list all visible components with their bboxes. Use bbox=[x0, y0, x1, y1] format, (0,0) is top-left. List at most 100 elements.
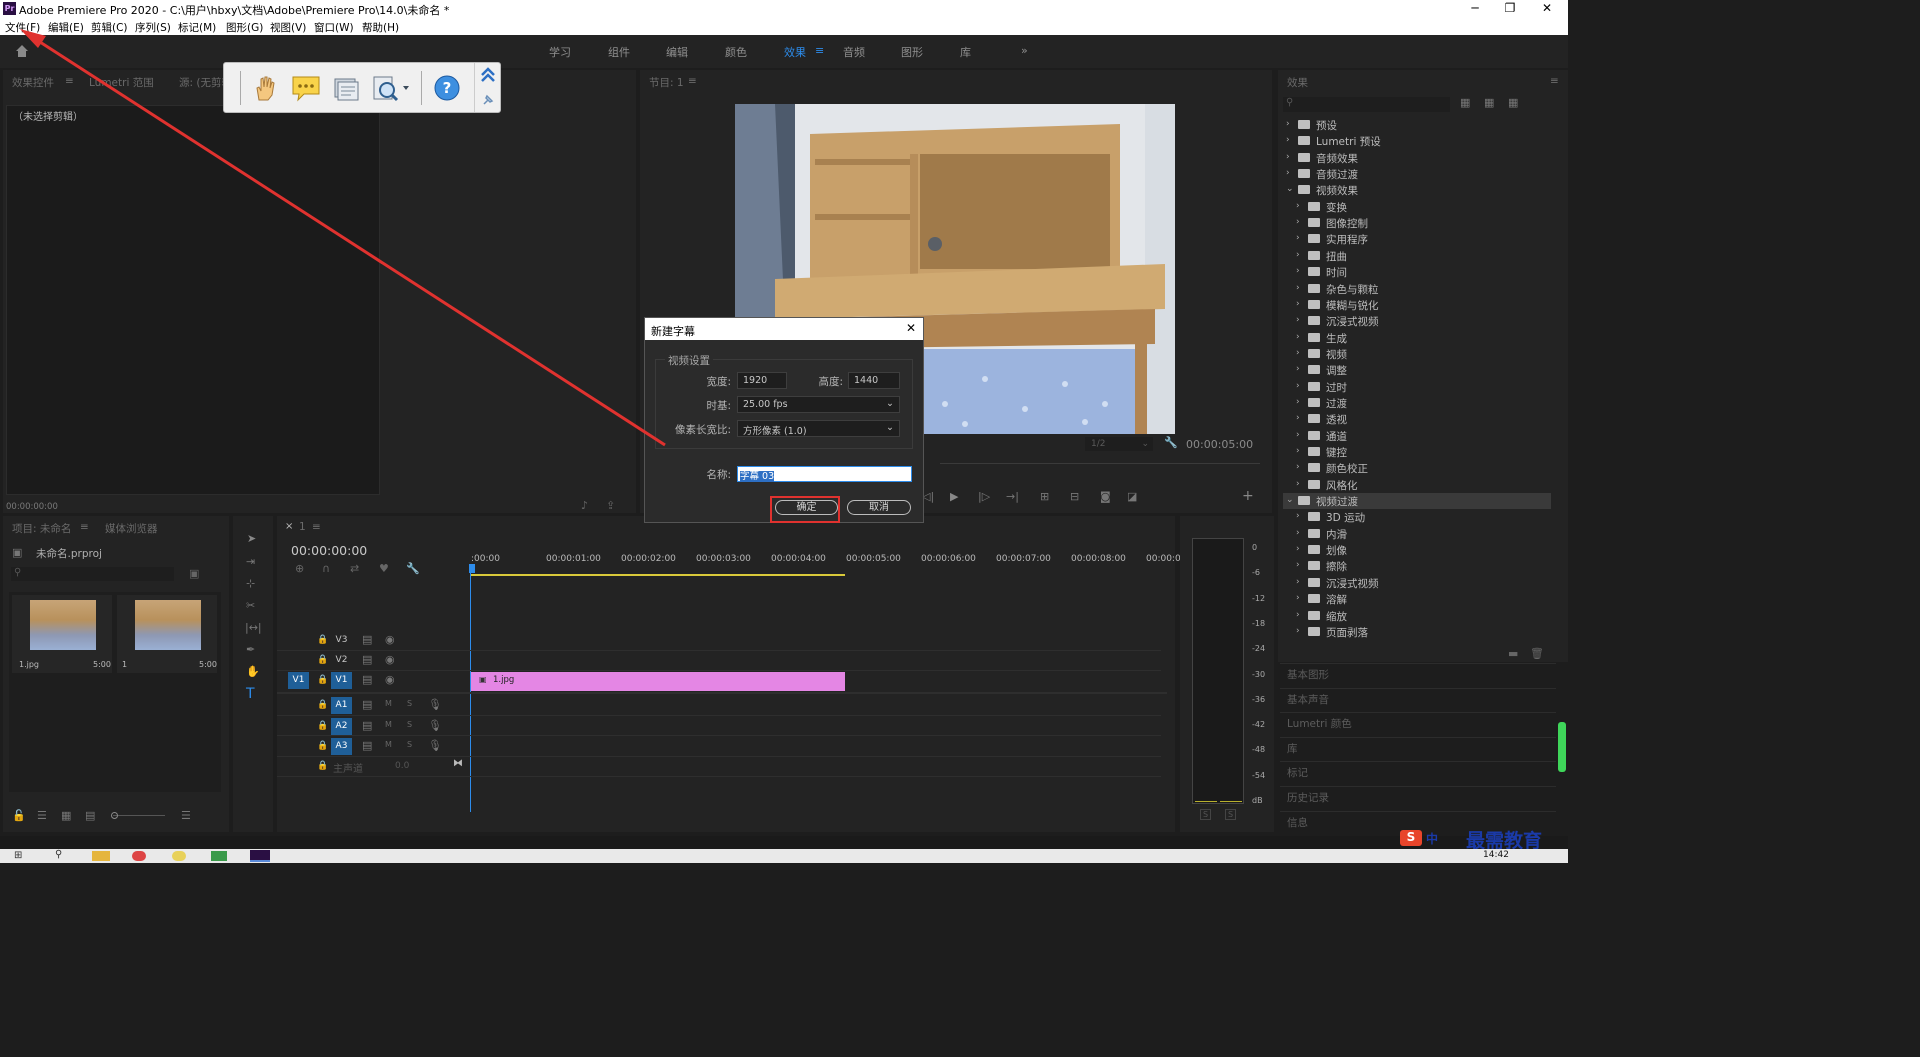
button-editor-icon[interactable]: + bbox=[1242, 488, 1254, 504]
voiceover-mic-icon[interactable]: 🎙 bbox=[428, 698, 442, 711]
export-frame-icon[interactable]: ◙ bbox=[1100, 490, 1111, 503]
chevron-right-icon[interactable]: › bbox=[1296, 217, 1300, 227]
effects-tree-item[interactable]: › 缩放 bbox=[1283, 608, 1551, 624]
chevron-down-icon[interactable]: ⌄ bbox=[1286, 184, 1294, 194]
type-tool-icon[interactable]: T bbox=[246, 686, 255, 702]
menu-clip[interactable]: 剪辑(C) bbox=[91, 20, 128, 35]
workspace-libraries[interactable]: 库 bbox=[960, 44, 971, 60]
effects-tree-item[interactable]: › 图像控制 bbox=[1283, 215, 1551, 231]
search-icon[interactable]: ⚲ bbox=[55, 849, 62, 860]
effects-tree-item[interactable]: › 内滑 bbox=[1283, 526, 1551, 542]
chevron-right-icon[interactable]: › bbox=[1296, 479, 1300, 489]
find-icon[interactable]: ▣ bbox=[189, 567, 199, 580]
lock-icon[interactable]: 🔒 bbox=[317, 700, 328, 710]
new-bin-icon[interactable]: ▬ bbox=[1508, 647, 1518, 660]
timeline-timecode[interactable]: 00:00:00:00 bbox=[291, 543, 367, 558]
collapsed-panel-section[interactable]: 标记 bbox=[1287, 765, 1308, 780]
export-icon[interactable]: ⇪ bbox=[606, 499, 615, 512]
effects-tree-item[interactable]: › 划像 bbox=[1283, 542, 1551, 558]
ime-mode[interactable]: 中 bbox=[1426, 830, 1438, 847]
nest-icon[interactable]: ⊕ bbox=[295, 562, 304, 575]
program-monitor-title[interactable]: 节目: 1 bbox=[649, 75, 684, 90]
effects-tree-item[interactable]: › 杂色与颗粒 bbox=[1283, 281, 1551, 297]
comparison-view-icon[interactable]: ◪ bbox=[1127, 490, 1137, 503]
track-label-a3[interactable]: A3 bbox=[331, 738, 352, 755]
work-area-bar[interactable] bbox=[470, 574, 845, 576]
list-view-icon[interactable]: ☰ bbox=[37, 809, 47, 822]
collapsed-panel-section[interactable]: 基本图形 bbox=[1287, 667, 1329, 682]
width-field[interactable]: 1920 bbox=[737, 372, 787, 389]
collapse-up-icon[interactable] bbox=[480, 66, 496, 87]
solo-button[interactable]: S bbox=[407, 699, 412, 708]
chevron-right-icon[interactable]: › bbox=[1296, 381, 1300, 391]
chevron-right-icon[interactable]: › bbox=[1296, 511, 1300, 521]
menu-edit[interactable]: 编辑(E) bbox=[48, 20, 84, 35]
track-label-a1[interactable]: A1 bbox=[331, 697, 352, 714]
app-icon[interactable] bbox=[211, 851, 227, 861]
cancel-button[interactable]: 取消 bbox=[847, 500, 911, 515]
tab-menu-icon[interactable]: ≡ bbox=[65, 75, 74, 87]
solo-right-button[interactable]: S bbox=[1225, 809, 1237, 820]
close-sequence-icon[interactable]: × bbox=[285, 521, 293, 532]
effects-tree-item[interactable]: › 音频过渡 bbox=[1283, 166, 1551, 182]
pin-icon[interactable] bbox=[481, 93, 495, 110]
track-label-a2[interactable]: A2 bbox=[331, 718, 352, 735]
linked-selection-icon[interactable]: ⇄ bbox=[350, 562, 359, 575]
program-menu-icon[interactable]: ≡ bbox=[688, 75, 697, 87]
tab-lumetri-scopes[interactable]: Lumetri 范围 bbox=[89, 75, 154, 90]
project-search-input[interactable]: ⚲ bbox=[11, 567, 174, 581]
source-patch-v1[interactable]: V1 bbox=[288, 672, 309, 689]
track-label-v1[interactable]: V1 bbox=[331, 672, 352, 689]
icon-view-icon[interactable]: ▦ bbox=[61, 809, 71, 822]
zoom-slider[interactable] bbox=[113, 815, 165, 816]
voiceover-mic-icon[interactable]: 🎙 bbox=[428, 739, 442, 752]
timeline-menu-icon[interactable]: ≡ bbox=[312, 521, 321, 533]
razor-tool-icon[interactable]: ✂ bbox=[246, 599, 255, 612]
slip-tool-icon[interactable]: |↔| bbox=[245, 621, 262, 634]
32bit-effects-icon[interactable]: ▦ bbox=[1484, 96, 1494, 109]
track-label-v2[interactable]: V2 bbox=[331, 652, 352, 669]
chevron-right-icon[interactable]: › bbox=[1296, 233, 1300, 243]
effects-tree-item[interactable]: › 沉浸式视频 bbox=[1283, 313, 1551, 329]
collapsed-panel-section[interactable]: 基本声音 bbox=[1287, 692, 1329, 707]
chevron-right-icon[interactable]: › bbox=[1296, 593, 1300, 603]
chevron-right-icon[interactable]: › bbox=[1296, 544, 1300, 554]
chevron-right-icon[interactable]: › bbox=[1296, 577, 1300, 587]
chevron-right-icon[interactable]: › bbox=[1296, 430, 1300, 440]
menu-marker[interactable]: 标记(M) bbox=[178, 20, 216, 35]
dialog-close-icon[interactable]: ✕ bbox=[906, 321, 916, 335]
chevron-right-icon[interactable]: › bbox=[1296, 348, 1300, 358]
name-field[interactable]: 字幕 03 bbox=[737, 466, 912, 482]
menu-view[interactable]: 视图(V) bbox=[270, 20, 306, 35]
extract-icon[interactable]: ⊟ bbox=[1070, 490, 1079, 503]
project-item[interactable]: 1 5:00 bbox=[117, 595, 217, 673]
zoom-search-icon[interactable] bbox=[371, 73, 413, 103]
tab-project[interactable]: 项目: 未命名 bbox=[12, 521, 71, 536]
zoom-slider-handle[interactable] bbox=[111, 812, 118, 819]
chevron-down-icon[interactable]: ⌄ bbox=[1286, 495, 1294, 505]
zoom-select[interactable]: 1/2 ⌄ bbox=[1085, 437, 1153, 451]
project-item[interactable]: 1.jpg 5:00 bbox=[12, 595, 112, 673]
effects-tree-item[interactable]: › 通道 bbox=[1283, 428, 1551, 444]
effects-tree-item[interactable]: › 时间 bbox=[1283, 264, 1551, 280]
effects-tree-item[interactable]: › 视频 bbox=[1283, 346, 1551, 362]
menu-graphics[interactable]: 图形(G) bbox=[226, 20, 263, 35]
chevron-right-icon[interactable]: › bbox=[1296, 626, 1300, 636]
effects-tree-item[interactable]: › 颜色校正 bbox=[1283, 460, 1551, 476]
menu-window[interactable]: 窗口(W) bbox=[314, 20, 354, 35]
accelerated-effects-icon[interactable]: ▦ bbox=[1460, 96, 1470, 109]
effects-tree-item[interactable]: › 生成 bbox=[1283, 330, 1551, 346]
sync-lock-icon[interactable]: ▤ bbox=[362, 673, 372, 686]
chevron-right-icon[interactable]: › bbox=[1296, 446, 1300, 456]
close-window-button[interactable]: ✕ bbox=[1524, 0, 1570, 18]
solo-button[interactable]: S bbox=[407, 740, 412, 749]
workspace-effects[interactable]: 效果 bbox=[784, 44, 806, 60]
effects-tree-item[interactable]: › 键控 bbox=[1283, 444, 1551, 460]
sync-lock-icon[interactable]: ▤ bbox=[362, 719, 372, 732]
workspace-more-icon[interactable]: » bbox=[1021, 44, 1028, 57]
play-audio-icon[interactable]: ♪ bbox=[581, 499, 588, 512]
selection-tool-icon[interactable]: ➤ bbox=[247, 532, 256, 545]
effects-tree-item[interactable]: › 过渡 bbox=[1283, 395, 1551, 411]
master-volume-value[interactable]: 0.0 bbox=[395, 761, 409, 771]
chevron-right-icon[interactable]: › bbox=[1296, 283, 1300, 293]
